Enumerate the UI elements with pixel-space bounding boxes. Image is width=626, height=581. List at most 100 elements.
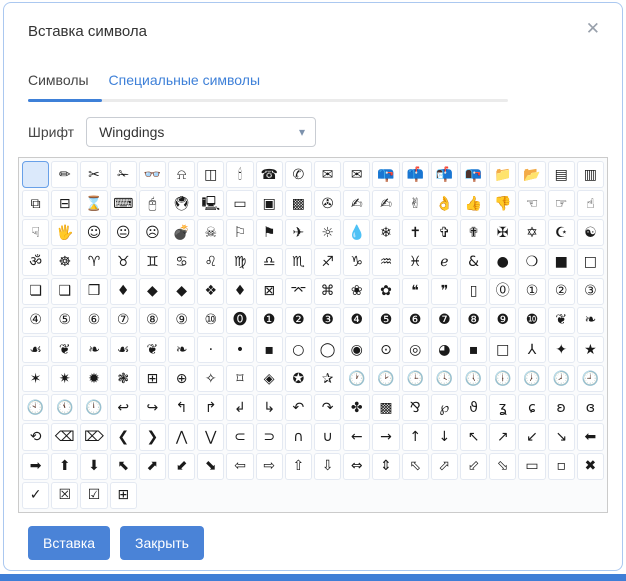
symbol-cell[interactable]: ♐ bbox=[314, 248, 342, 276]
symbol-cell[interactable]: ↖ bbox=[460, 423, 488, 451]
symbol-cell[interactable]: ▭ bbox=[518, 452, 546, 480]
symbol-cell[interactable]: ☼ bbox=[314, 219, 342, 247]
symbol-cell[interactable]: ◉ bbox=[343, 335, 371, 364]
tab-symbols[interactable]: Символы bbox=[28, 72, 89, 88]
symbol-cell[interactable]: ♑ bbox=[343, 248, 371, 276]
symbol-cell[interactable]: 🕙 bbox=[22, 394, 50, 422]
symbol-cell[interactable]: ☸ bbox=[51, 248, 79, 276]
symbol-cell[interactable]: 📁 bbox=[489, 161, 517, 189]
symbol-cell[interactable]: ◯ bbox=[314, 335, 342, 364]
symbol-cell[interactable]: ↩ bbox=[109, 394, 137, 422]
symbol-cell[interactable]: ⅄ bbox=[518, 335, 546, 364]
close-icon[interactable]: ✕ bbox=[586, 21, 600, 38]
symbol-cell[interactable]: ❦ bbox=[138, 335, 166, 364]
symbol-cell[interactable]: 🕐 bbox=[343, 365, 371, 393]
symbol-cell[interactable]: ⌘ bbox=[314, 277, 342, 305]
symbol-cell[interactable]: ❺ bbox=[372, 306, 400, 334]
symbol-cell[interactable]: ⇨ bbox=[255, 452, 283, 480]
symbol-cell[interactable]: ↑ bbox=[401, 423, 429, 451]
symbol-cell[interactable]: 📫 bbox=[401, 161, 429, 189]
symbol-cell[interactable]: ℘ bbox=[430, 394, 458, 422]
symbol-cell[interactable]: ⊟ bbox=[51, 190, 79, 218]
symbol-cell[interactable]: ▫ bbox=[547, 452, 575, 480]
symbol-cell[interactable]: ☜ bbox=[518, 190, 546, 218]
symbol-cell[interactable]: 👍 bbox=[460, 190, 488, 218]
symbol-cell[interactable]: ▭ bbox=[226, 190, 254, 218]
symbol-cell[interactable]: ✍ bbox=[343, 190, 371, 218]
symbol-cell[interactable]: ♍ bbox=[226, 248, 254, 276]
symbol-cell[interactable]: ❻ bbox=[401, 306, 429, 334]
symbol-cell[interactable]: ✪ bbox=[284, 365, 312, 393]
symbol-cell[interactable]: ⑧ bbox=[138, 306, 166, 334]
symbol-cell[interactable]: ④ bbox=[22, 306, 50, 334]
insert-button[interactable]: Вставка bbox=[28, 526, 111, 560]
symbol-cell[interactable]: ⑤ bbox=[51, 306, 79, 334]
symbol-cell[interactable]: ⊕ bbox=[168, 365, 196, 393]
symbol-cell[interactable]: ▩ bbox=[284, 190, 312, 218]
symbol-cell[interactable]: ❸ bbox=[314, 306, 342, 334]
symbol-cell[interactable]: ✉ bbox=[314, 161, 342, 189]
symbol-cell[interactable]: ⇦ bbox=[226, 452, 254, 480]
symbol-cell[interactable]: ♒ bbox=[372, 248, 400, 276]
symbol-cell[interactable]: ⋀ bbox=[168, 423, 196, 451]
symbol-cell[interactable]: ↲ bbox=[226, 394, 254, 422]
symbol-cell[interactable]: ⑩ bbox=[197, 306, 225, 334]
symbol-cell[interactable]: ⬇ bbox=[80, 452, 108, 480]
close-button[interactable]: Закрыть bbox=[120, 526, 204, 560]
symbol-cell[interactable]: ♦ bbox=[109, 277, 137, 305]
symbol-cell[interactable]: ♊ bbox=[138, 248, 166, 276]
symbol-cell[interactable]: ❦ bbox=[547, 306, 575, 334]
symbol-cell[interactable]: ☎ bbox=[255, 161, 283, 189]
symbol-cell[interactable]: ⑦ bbox=[109, 306, 137, 334]
symbol-cell[interactable]: ♓ bbox=[401, 248, 429, 276]
symbol-cell[interactable]: ❶ bbox=[255, 306, 283, 334]
symbol-cell[interactable]: 🕒 bbox=[401, 365, 429, 393]
symbol-cell[interactable]: ↶ bbox=[284, 394, 312, 422]
symbol-cell[interactable]: □ bbox=[576, 248, 604, 276]
symbol-cell[interactable]: ✍ bbox=[372, 190, 400, 218]
symbol-cell[interactable]: ✁ bbox=[109, 161, 137, 189]
symbol-cell[interactable]: ☺ bbox=[80, 219, 108, 247]
font-select[interactable]: Wingdings ▾ bbox=[86, 117, 317, 147]
symbol-cell[interactable]: ☯ bbox=[576, 219, 604, 247]
symbol-cell[interactable]: ▥ bbox=[576, 161, 604, 189]
symbol-cell[interactable]: ↱ bbox=[197, 394, 225, 422]
symbol-cell[interactable]: ❽ bbox=[460, 306, 488, 334]
symbol-cell[interactable]: ★ bbox=[576, 335, 604, 364]
symbol-cell[interactable]: ✦ bbox=[547, 335, 575, 364]
symbol-cell[interactable]: ✖ bbox=[576, 452, 604, 480]
symbol-cell[interactable]: ⊃ bbox=[255, 423, 283, 451]
symbol-cell[interactable]: ⇕ bbox=[372, 452, 400, 480]
symbol-cell[interactable]: ☙ bbox=[22, 335, 50, 364]
symbol-cell[interactable]: 🕗 bbox=[547, 365, 575, 393]
symbol-cell[interactable]: 📂 bbox=[518, 161, 546, 189]
symbol-cell[interactable]: ⊠ bbox=[255, 277, 283, 305]
symbol-cell[interactable]: ⇩ bbox=[314, 452, 342, 480]
symbol-cell[interactable]: ① bbox=[518, 277, 546, 305]
symbol-cell[interactable]: ☝ bbox=[576, 190, 604, 218]
symbol-cell[interactable]: ◎ bbox=[401, 335, 429, 364]
symbol-cell[interactable]: ▯ bbox=[460, 277, 488, 305]
symbol-cell[interactable]: ⌫ bbox=[51, 423, 79, 451]
symbol-cell[interactable]: ◆ bbox=[138, 277, 166, 305]
symbol-cell[interactable]: ☙ bbox=[109, 335, 137, 364]
symbol-cell[interactable]: ⬂ bbox=[489, 452, 517, 480]
symbol-cell[interactable]: ↷ bbox=[314, 394, 342, 422]
symbol-cell[interactable]: □ bbox=[489, 335, 517, 364]
symbol-cell[interactable]: ⌛ bbox=[80, 190, 108, 218]
symbol-cell[interactable]: ⓪ bbox=[489, 277, 517, 305]
symbol-cell[interactable]: ⬆ bbox=[51, 452, 79, 480]
symbol-cell[interactable]: & bbox=[460, 248, 488, 276]
symbol-cell[interactable]: → bbox=[372, 423, 400, 451]
symbol-cell[interactable]: 🕚 bbox=[51, 394, 79, 422]
symbol-cell[interactable]: ❧ bbox=[168, 335, 196, 364]
symbol-cell[interactable]: 💧 bbox=[343, 219, 371, 247]
symbol-cell-selected[interactable] bbox=[22, 161, 50, 189]
symbol-cell[interactable]: ✉ bbox=[343, 161, 371, 189]
symbol-cell[interactable]: ❖ bbox=[197, 277, 225, 305]
symbol-cell[interactable]: ☟ bbox=[22, 219, 50, 247]
symbol-cell[interactable]: ✠ bbox=[489, 219, 517, 247]
symbol-cell[interactable]: ② bbox=[547, 277, 575, 305]
symbol-cell[interactable]: 🕑 bbox=[372, 365, 400, 393]
symbol-cell[interactable]: 🕔 bbox=[460, 365, 488, 393]
